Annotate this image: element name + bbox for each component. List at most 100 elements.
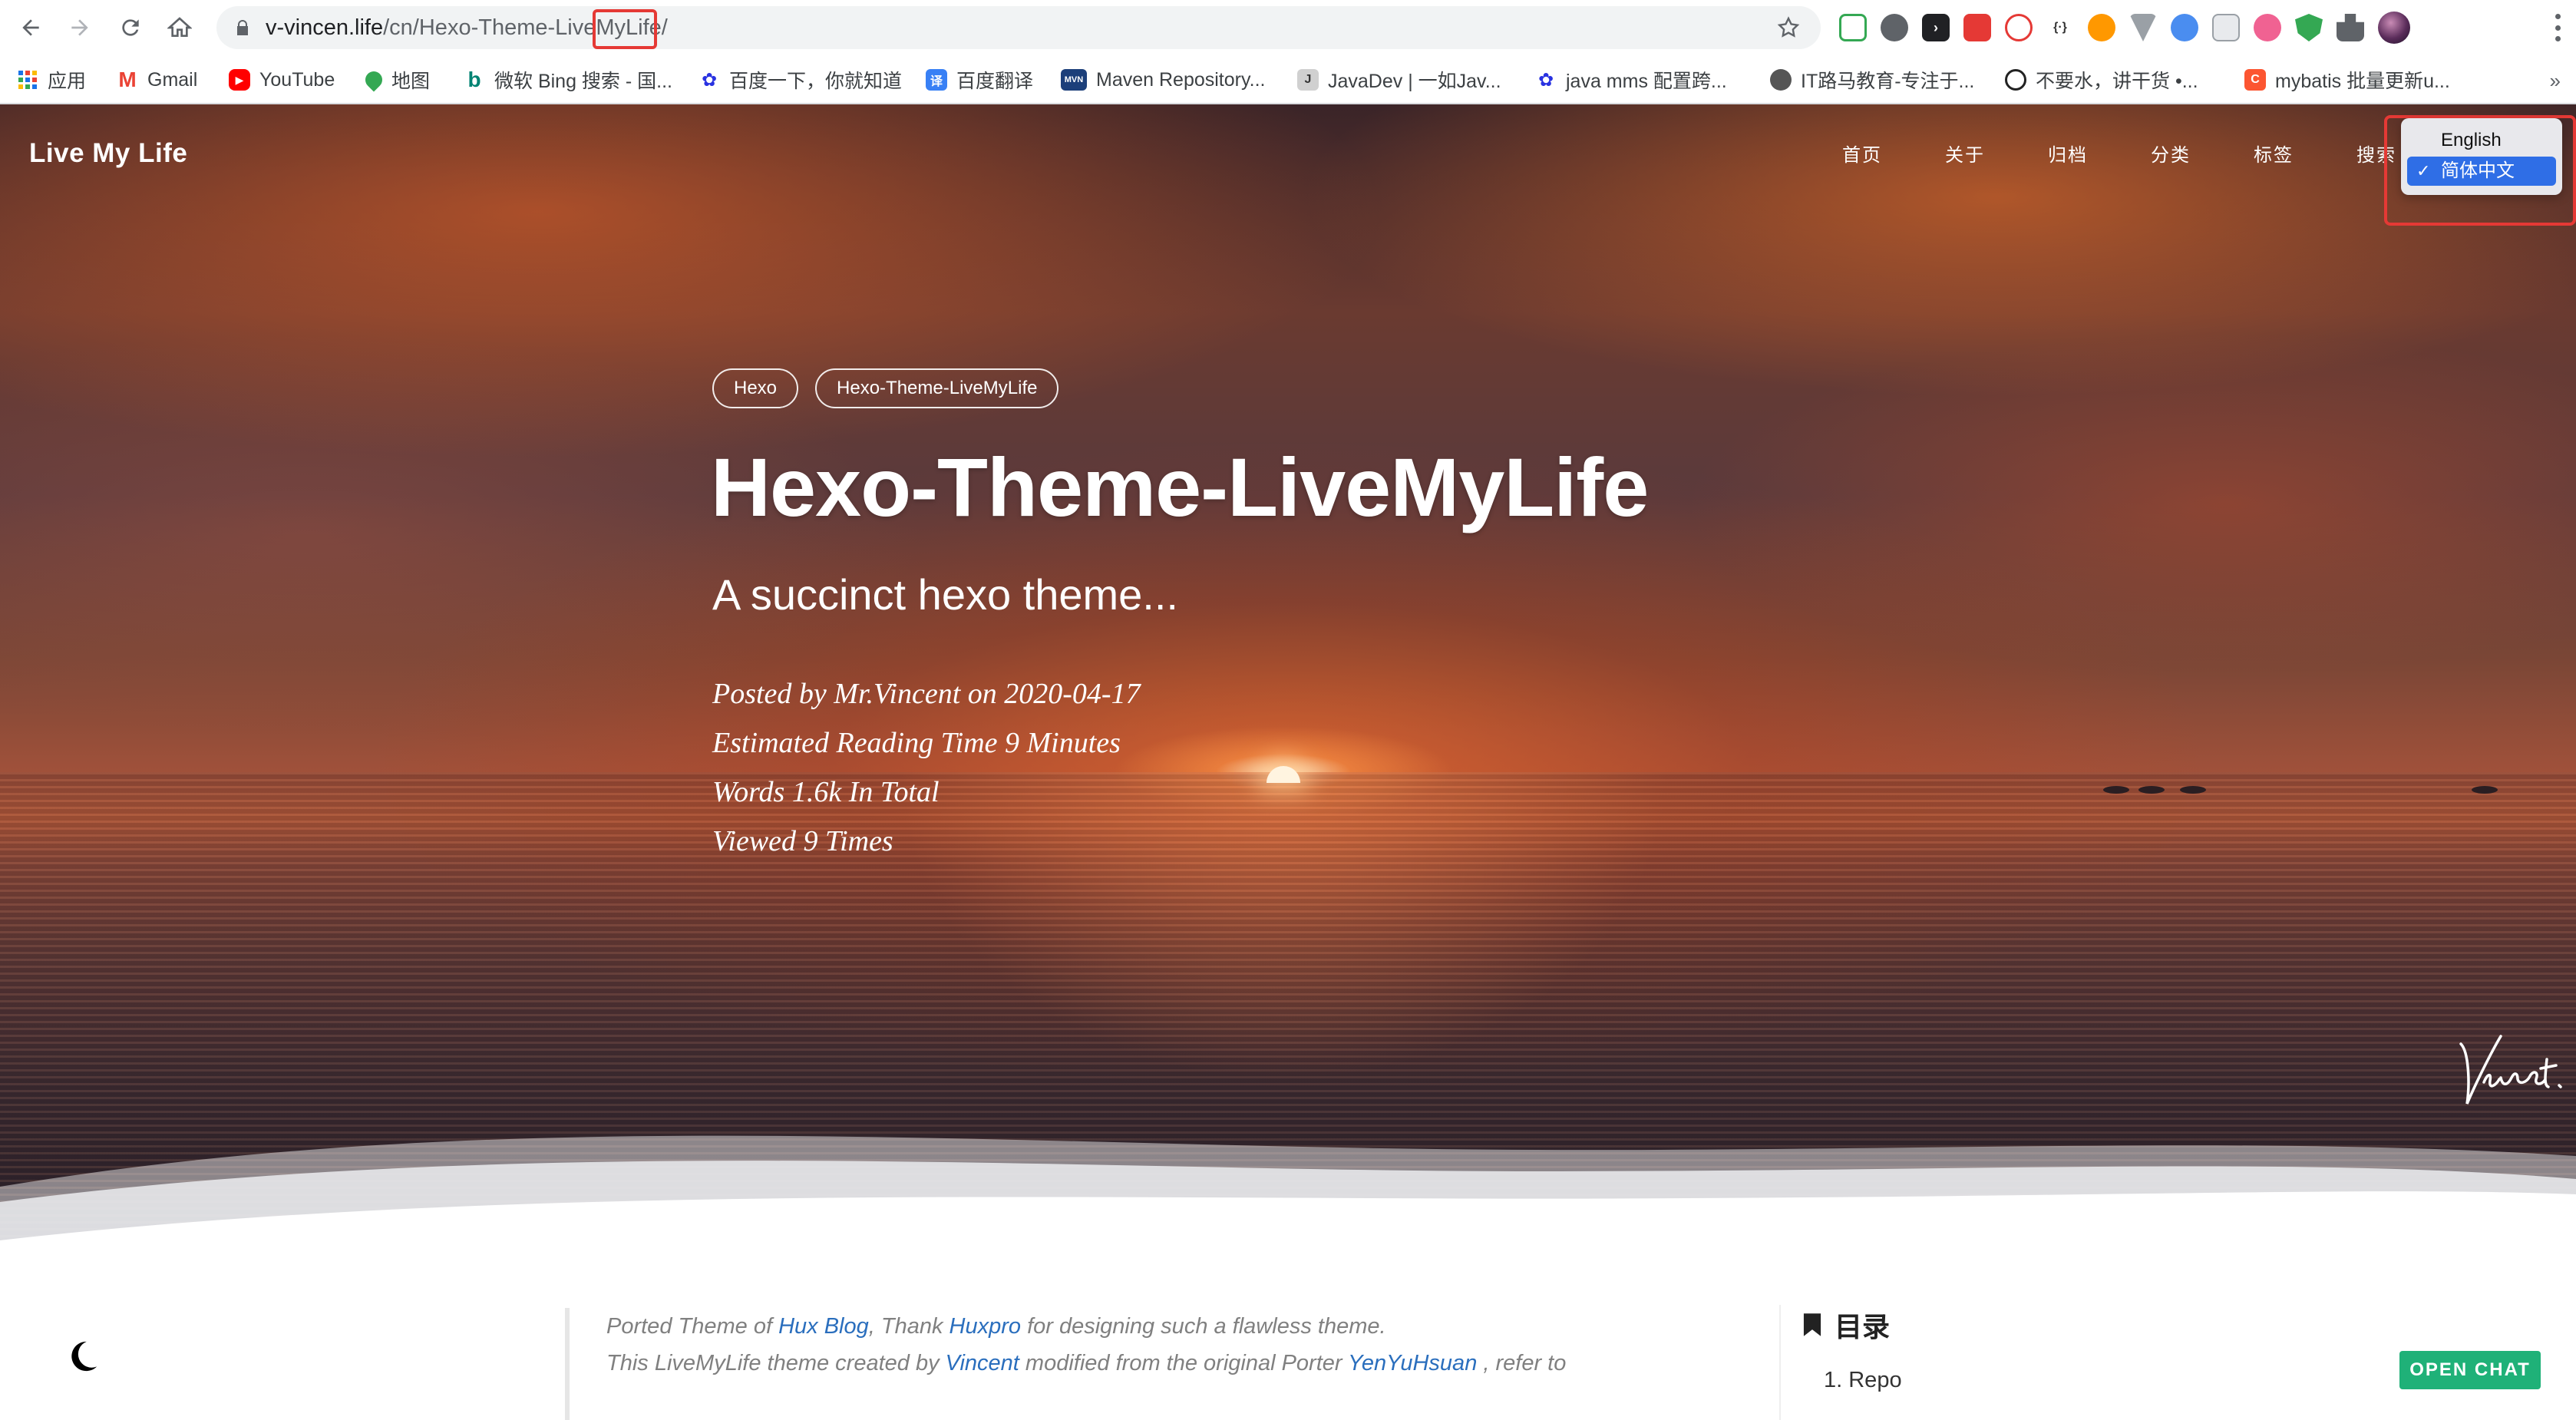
baidu-paw-icon: ✿: [1537, 69, 1554, 91]
csdn-c-icon: C: [2244, 69, 2266, 91]
bookmark-item[interactable]: 地图: [362, 64, 431, 95]
address-bar[interactable]: v-vincen.life/cn/Hexo-Theme-LiveMyLife/: [216, 6, 1821, 49]
nav-link-home[interactable]: 首页: [1842, 140, 1882, 167]
person-icon: [2005, 69, 2026, 91]
bookmark-label: mybatis 批量更新u...: [2275, 71, 2450, 92]
extension-terminal-icon[interactable]: ›: [1922, 14, 1950, 41]
post-header-hero: Live My Life 首页 关于 归档 分类 标签 搜索 English ✓…: [0, 104, 2576, 1256]
bookmark-item[interactable]: 译 百度翻译: [926, 64, 1033, 95]
kayak-silhouette: [2103, 786, 2129, 794]
bookmark-star-icon[interactable]: [1776, 15, 1801, 40]
bookmark-item[interactable]: MVN Maven Repository...: [1061, 64, 1265, 95]
open-chat-button[interactable]: OPEN CHAT: [2399, 1351, 2541, 1389]
link-yenyuhsuan[interactable]: YenYuHsuan: [1348, 1351, 1477, 1375]
browser-menu-icon[interactable]: [2550, 14, 2565, 41]
gmail-icon: M: [118, 68, 137, 91]
bookmark-item[interactable]: J JavaDev | 一如Jav...: [1297, 64, 1501, 95]
bookmark-item[interactable]: 不要水，讲干货 •...: [2005, 64, 2198, 95]
bookmark-item[interactable]: C mybatis 批量更新u...: [2244, 64, 2450, 95]
bookmark-item[interactable]: ▶ YouTube: [229, 64, 335, 95]
site-brand[interactable]: Live My Life: [29, 138, 187, 169]
youtube-icon: ▶: [229, 69, 250, 91]
intro-blockquote: Ported Theme of Hux Blog, Thank Huxpro f…: [565, 1308, 1655, 1420]
post-meta-line: Words 1.6k In Total: [712, 776, 940, 808]
bookmarks-overflow-button[interactable]: »: [2550, 69, 2561, 93]
bookmark-item[interactable]: b 微软 Bing 搜索 - 国...: [464, 64, 672, 95]
browser-toolbar: v-vincen.life/cn/Hexo-Theme-LiveMyLife/ …: [0, 0, 2576, 55]
extension-cube-icon[interactable]: [1963, 14, 1991, 41]
bookmark-icon: [1803, 1313, 1821, 1336]
bookmark-label: 百度一下，你就知道: [729, 71, 903, 92]
bookmark-item[interactable]: IT路马教育-专注于...: [1770, 64, 1974, 95]
toc-header: 目录: [1802, 1305, 2240, 1345]
bookmark-label: YouTube: [259, 68, 335, 91]
bookmark-label: Gmail: [147, 68, 198, 91]
bookmarks-bar: 应用 M Gmail ▶ YouTube 地图 b 微软 Bing 搜索 - 国…: [0, 55, 2576, 104]
bookmark-item[interactable]: 应用: [17, 64, 86, 95]
extension-person-icon[interactable]: [2254, 14, 2281, 41]
bookmark-item[interactable]: M Gmail: [117, 64, 197, 95]
extension-json-icon[interactable]: {·}: [2046, 14, 2074, 41]
toc-item[interactable]: 1. Repo: [1802, 1368, 2240, 1393]
tag-chip[interactable]: Hexo-Theme-LiveMyLife: [815, 368, 1059, 408]
language-option-chinese[interactable]: ✓ 简体中文: [2407, 157, 2556, 186]
lock-icon: [237, 20, 248, 35]
kayak-silhouette: [2472, 786, 2498, 794]
extensions-puzzle-icon[interactable]: [2337, 14, 2364, 41]
bookmark-label: 应用: [48, 71, 87, 92]
bookmark-label: 不要水，讲干货 •...: [2036, 71, 2198, 92]
checkmark-icon: ✓: [2416, 161, 2431, 180]
bookmark-label: java mms 配置跨...: [1566, 71, 1727, 92]
extension-check-icon[interactable]: [2171, 14, 2198, 41]
language-select[interactable]: English ✓ 简体中文: [2401, 118, 2562, 195]
intro-line: This LiveMyLife theme created by Vincent…: [606, 1351, 1567, 1375]
toc-title: 目录: [1835, 1311, 1891, 1342]
maps-pin-icon: [362, 68, 386, 92]
extension-reader-icon[interactable]: [2212, 14, 2240, 41]
post-meta: Posted by Mr.Vincent on 2020-04-17 Estim…: [712, 669, 1141, 866]
url-text[interactable]: v-vincen.life/cn/Hexo-Theme-LiveMyLife/: [266, 15, 668, 40]
site-nav: 首页 关于 归档 分类 标签 搜索: [1842, 140, 2396, 167]
post-meta-line: Posted by Mr.Vincent on 2020-04-17: [712, 678, 1141, 710]
extension-shield-icon[interactable]: [2005, 14, 2033, 41]
baidu-paw-icon: ✿: [701, 69, 718, 91]
home-icon: [167, 17, 192, 37]
reload-icon: [122, 19, 139, 36]
intro-line: Ported Theme of Hux Blog, Thank Huxpro f…: [606, 1314, 1386, 1339]
nav-link-archive[interactable]: 归档: [2048, 140, 2088, 167]
bookmark-label: Maven Repository...: [1096, 68, 1266, 91]
post-tags: Hexo Hexo-Theme-LiveMyLife: [712, 368, 1059, 408]
sun-glow: [1267, 766, 1300, 783]
bookmark-item[interactable]: ✿ 百度一下，你就知道: [698, 64, 902, 95]
extension-circle-icon[interactable]: [1881, 14, 1908, 41]
extension-guard-icon[interactable]: [2295, 14, 2323, 41]
nav-link-tags[interactable]: 标签: [2254, 140, 2294, 167]
bookmark-label: 地图: [391, 71, 431, 92]
bookmark-label: JavaDev | 一如Jav...: [1328, 71, 1501, 92]
nav-link-about[interactable]: 关于: [1945, 140, 1985, 167]
home-button[interactable]: [163, 11, 197, 45]
extension-fox-icon[interactable]: [2088, 14, 2115, 41]
post-content: Ported Theme of Hux Blog, Thank Huxpro f…: [0, 1256, 2576, 1420]
table-of-contents: 目录 1. Repo: [1779, 1305, 2240, 1420]
link-vincent[interactable]: Vincent: [946, 1351, 1019, 1375]
forward-button[interactable]: [63, 11, 97, 45]
bookmark-label: 微软 Bing 搜索 - 国...: [494, 71, 672, 92]
back-button[interactable]: [14, 11, 48, 45]
profile-avatar[interactable]: [2378, 12, 2410, 44]
apps-grid-icon: [17, 69, 38, 91]
post-meta-line: Estimated Reading Time 9 Minutes: [712, 727, 1121, 759]
reload-button[interactable]: [114, 11, 147, 45]
link-hux-blog[interactable]: Hux Blog: [778, 1314, 869, 1339]
link-huxpro[interactable]: Huxpro: [949, 1314, 1022, 1339]
bing-icon: b: [467, 68, 481, 91]
language-option-english[interactable]: English: [2407, 126, 2556, 155]
wave-divider: [0, 1135, 2576, 1256]
bookmark-item[interactable]: ✿ java mms 配置跨...: [1535, 64, 1727, 95]
nav-link-categories[interactable]: 分类: [2151, 140, 2191, 167]
extension-house-icon[interactable]: [1839, 14, 1867, 41]
tag-chip[interactable]: Hexo: [712, 368, 799, 408]
url-path: /cn/Hexo-Theme-LiveMyLife/: [383, 15, 668, 40]
extension-vue-icon[interactable]: [2129, 14, 2157, 41]
moon-icon[interactable]: [64, 1339, 100, 1374]
